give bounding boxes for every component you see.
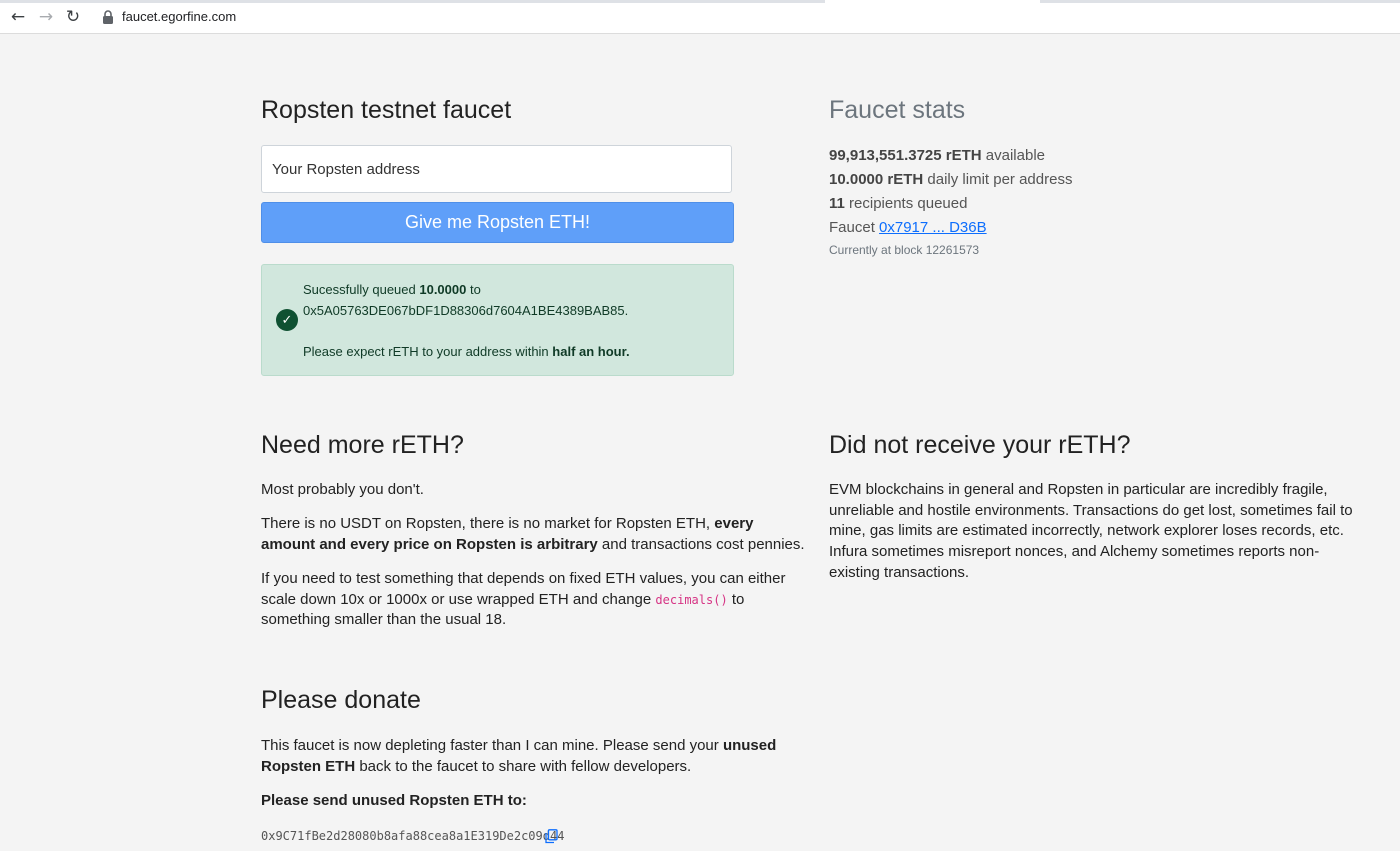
not-received-p1: EVM blockchains in general and Ropsten i… [829, 481, 1353, 581]
current-block: Currently at block 12261573 [829, 243, 980, 257]
donate-address: 0x9C71fBe2d28080b8afa88cea8a1E319De2c09d… [261, 829, 565, 843]
browser-toolbar: ← → ↻ faucet.egorfine.com [0, 0, 1400, 34]
give-eth-button[interactable]: Give me Ropsten ETH! [261, 202, 734, 243]
tab-strip [0, 0, 1400, 3]
arrow-right-icon[interactable]: → [36, 7, 56, 27]
alert-expect-line: Please expect rETH to your address withi… [303, 344, 630, 359]
stats-title: Faucet stats [829, 96, 966, 124]
stats-faucet-address: Faucet 0x7917 ... D36B [829, 219, 987, 236]
copy-icon[interactable] [545, 829, 558, 844]
alert-queued-line: Sucessfully queued 10.0000 to [303, 282, 481, 297]
not-received-title: Did not receive your rETH? [829, 431, 1131, 459]
need-more-p1: Most probably you don't. [261, 481, 424, 498]
address-bar-url[interactable]: faucet.egorfine.com [122, 9, 236, 24]
donate-title: Please donate [261, 686, 421, 714]
alert-address: 0x5A05763DE067bDF1D88306d7604A1BE4389BAB… [303, 303, 629, 318]
stats-available: 99,913,551.3725 rETH available [829, 147, 1046, 164]
stats-recipients-queued: 11 recipients queued [829, 195, 968, 212]
arrow-left-icon[interactable]: ← [8, 7, 28, 27]
donate-p1: This faucet is now depleting faster than… [261, 737, 777, 775]
faucet-address-link[interactable]: 0x7917 ... D36B [879, 219, 987, 236]
need-more-p3: If you need to test something that depen… [261, 570, 786, 629]
donate-send-label: Please send unused Ropsten ETH to: [261, 792, 527, 809]
success-alert: ✓ Sucessfully queued 10.0000 to 0x5A0576… [261, 264, 734, 376]
lock-icon [103, 10, 113, 24]
need-more-title: Need more rETH? [261, 431, 464, 459]
reload-icon[interactable]: ↻ [63, 7, 83, 27]
check-circle-icon: ✓ [276, 309, 298, 331]
stats-daily-limit: 10.0000 rETH daily limit per address [829, 171, 1073, 188]
need-more-p2: There is no USDT on Ropsten, there is no… [261, 515, 805, 553]
address-input[interactable] [261, 145, 732, 193]
page-title: Ropsten testnet faucet [261, 96, 512, 124]
